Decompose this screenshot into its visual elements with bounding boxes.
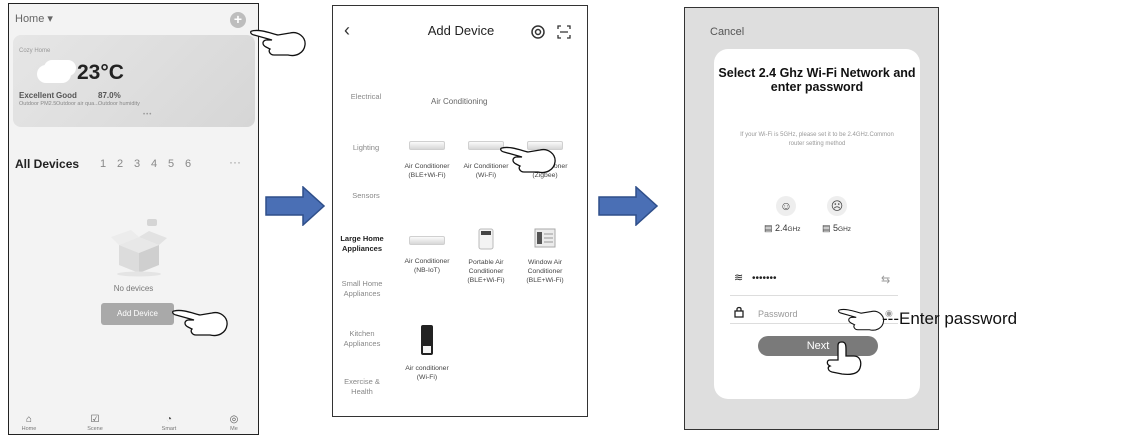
device-portable-ac[interactable]: Portable Air Conditioner (BLE+Wi-Fi): [460, 228, 512, 285]
empty-box-icon: [111, 219, 167, 277]
frown-icon: ☹: [827, 196, 847, 216]
wifi-tip: If your Wi-Fi is 5GHz, please set it to …: [740, 132, 894, 147]
add-device-screen: ‹ Add Device Electrical Lighting Sensors…: [332, 5, 588, 417]
annotation-enter-password: ---Enter password: [882, 309, 1018, 328]
scene-icon: ☑: [90, 414, 100, 425]
smart-icon: ◔: [165, 414, 173, 425]
arrow-right-icon: [598, 186, 658, 226]
tab-room-6[interactable]: 6: [185, 158, 191, 170]
divider: [730, 295, 898, 296]
scan-qr-icon[interactable]: [557, 25, 571, 39]
pm25-label: Outdoor PM2.5: [19, 101, 57, 107]
device-ac-ble-wifi[interactable]: Air Conditioner (BLE+Wi-Fi): [401, 141, 453, 180]
temperature: 23°C: [77, 61, 124, 84]
category-large-home-appliances[interactable]: Large Home Appliances: [337, 234, 387, 254]
carousel-dots: •••: [143, 112, 153, 118]
home-selector[interactable]: Home ▾: [15, 12, 53, 25]
hand-pointer-icon: [172, 309, 228, 337]
category-sensors[interactable]: Sensors: [337, 191, 395, 201]
home-icon: ⌂: [25, 414, 33, 425]
bottom-nav: ⌂ Home ☑ Scene ◔ Smart ◎ Me: [9, 414, 258, 434]
air-quality-value: Good: [56, 91, 77, 100]
category-kitchen-appliances[interactable]: Kitchen Appliances: [337, 329, 387, 349]
air-quality-label: Outdoor air qua...: [56, 101, 99, 107]
page-title: Select 2.4 Ghz Wi-Fi Network and enter p…: [718, 66, 916, 94]
arrow-right-icon: [265, 186, 325, 226]
humidity-label: Outdoor humidity: [98, 101, 140, 107]
more-icon[interactable]: ···: [229, 155, 241, 169]
nav-scene[interactable]: ☑ Scene: [75, 414, 115, 432]
band-5ghz-label: ▤ 5GHz: [822, 223, 852, 233]
wifi-icon: ≋: [734, 272, 744, 284]
air-conditioner-icon: [409, 141, 445, 150]
window-ac-icon: [534, 228, 556, 248]
cloud-icon: [37, 65, 71, 83]
air-conditioner-icon: [468, 141, 504, 150]
scan-nearby-icon[interactable]: [531, 25, 545, 39]
tab-room-2[interactable]: 2: [117, 158, 123, 170]
tab-room-1[interactable]: 1: [100, 158, 106, 170]
me-icon: ◎: [229, 414, 239, 425]
nav-home[interactable]: ⌂ Home: [9, 414, 49, 432]
device-ac-nb-iot[interactable]: Air Conditioner (NB-IoT): [401, 236, 453, 275]
home-screen: Home ▾ + Cozy Home 23°C Excellent Outdoo…: [8, 3, 259, 435]
wifi-ssid-field[interactable]: •••••••: [752, 273, 777, 284]
air-conditioner-tower-icon: [421, 325, 433, 355]
tab-room-3[interactable]: 3: [134, 158, 140, 170]
cancel-button[interactable]: Cancel: [710, 26, 744, 38]
band-24ghz-label: ▤ 2.4GHz: [764, 223, 801, 233]
wifi-setup-screen: Cancel Select 2.4 Ghz Wi-Fi Network and …: [684, 7, 939, 430]
portable-ac-icon: [478, 228, 494, 250]
hand-pointer-icon: [826, 341, 862, 375]
nav-me[interactable]: ◎ Me: [214, 414, 254, 432]
switch-network-icon[interactable]: ⇆: [881, 273, 890, 286]
device-ac-wifi-2[interactable]: Air conditioner (Wi-Fi): [401, 324, 453, 382]
hand-pointer-icon: [500, 146, 556, 174]
section-header: Air Conditioning: [431, 97, 488, 106]
nav-smart[interactable]: ◔ Smart: [149, 414, 189, 432]
home-name: Cozy Home: [19, 48, 51, 54]
air-conditioner-icon: [409, 236, 445, 245]
add-device-button[interactable]: Add Device: [101, 303, 174, 325]
hand-pointer-icon: [250, 29, 306, 57]
add-icon[interactable]: +: [230, 12, 246, 28]
category-lighting[interactable]: Lighting: [337, 143, 395, 153]
lock-icon: [734, 306, 744, 318]
category-electrical[interactable]: Electrical: [337, 92, 395, 102]
password-field[interactable]: Password: [758, 309, 798, 319]
pm25-value: Excellent: [19, 91, 55, 100]
empty-state-text: No devices: [113, 284, 154, 293]
hand-pointer-icon: [838, 308, 885, 331]
tab-room-5[interactable]: 5: [168, 158, 174, 170]
category-exercise-health[interactable]: Exercise & Health: [337, 377, 387, 397]
device-window-ac[interactable]: Window Air Conditioner (BLE+Wi-Fi): [519, 228, 571, 285]
smile-icon: ☺: [776, 196, 796, 216]
humidity-value: 87.0%: [98, 91, 121, 100]
page-title: Add Device: [427, 23, 495, 38]
category-small-home-appliances[interactable]: Small Home Appliances: [337, 279, 387, 299]
tab-room-4[interactable]: 4: [151, 158, 157, 170]
tab-all-devices[interactable]: All Devices: [15, 157, 79, 171]
